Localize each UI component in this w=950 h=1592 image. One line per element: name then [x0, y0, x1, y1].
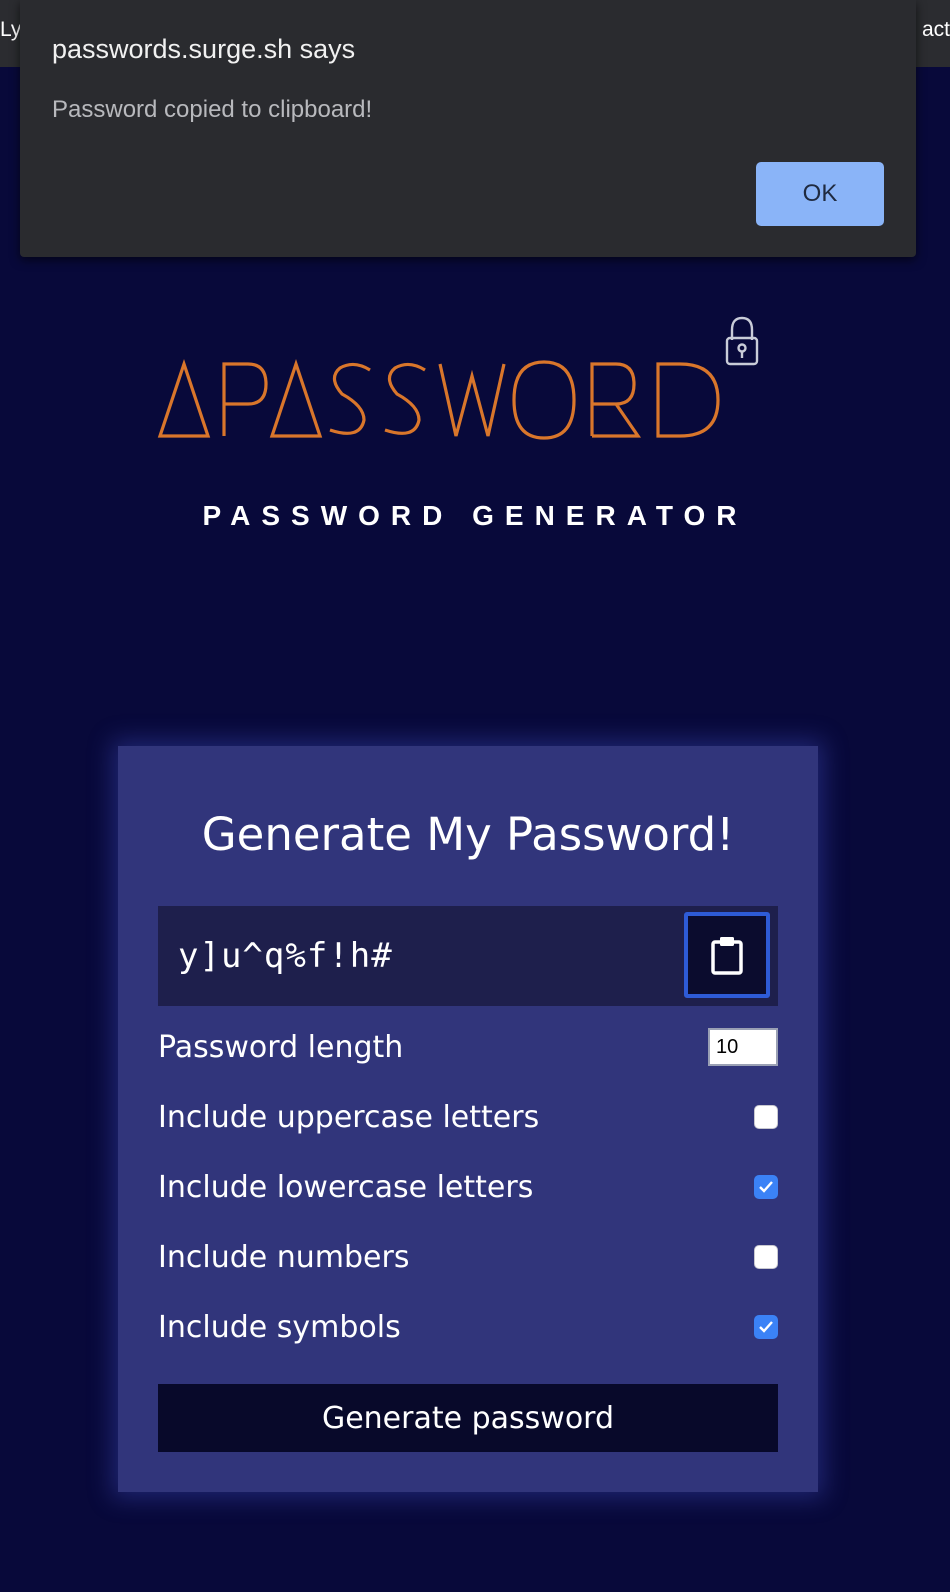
option-label: Include uppercase letters: [158, 1100, 540, 1135]
generate-password-button[interactable]: Generate password: [158, 1384, 778, 1452]
checkmark-icon: [759, 1181, 773, 1193]
card-title: Generate My Password!: [201, 808, 735, 861]
logo-subtitle: PASSWORD GENERATOR: [202, 500, 748, 531]
password-length-label: Password length: [158, 1030, 404, 1065]
browser-tab-fragment-right: act: [921, 18, 950, 41]
password-output: y]u^q%f!h#: [158, 906, 778, 1006]
option-row-symbols: Include symbols: [158, 1306, 778, 1350]
dialog-title: passwords.surge.sh says: [52, 34, 356, 64]
alert-dialog: passwords.surge.sh says Password copied …: [20, 0, 916, 257]
checkmark-icon: [759, 1321, 773, 1333]
password-length-input[interactable]: 10: [708, 1028, 778, 1066]
copy-to-clipboard-button[interactable]: [684, 912, 770, 998]
apassword-wordmark: [157, 316, 759, 440]
symbols-checkbox[interactable]: [754, 1315, 778, 1339]
option-row-uppercase: Include uppercase letters: [158, 1096, 778, 1140]
lowercase-checkbox[interactable]: [754, 1175, 778, 1199]
option-row-lowercase: Include lowercase letters: [158, 1166, 778, 1210]
option-label: Include lowercase letters: [158, 1170, 534, 1205]
clipboard-icon: [711, 937, 743, 975]
option-row-numbers: Include numbers: [158, 1236, 778, 1280]
password-text: y]u^q%f!h#: [178, 936, 393, 976]
dialog-ok-button[interactable]: OK: [756, 162, 884, 226]
apassword-logo: [150, 316, 770, 456]
uppercase-checkbox[interactable]: [754, 1105, 778, 1129]
numbers-checkbox[interactable]: [754, 1245, 778, 1269]
browser-tab-fragment-left: Ly: [0, 18, 22, 41]
generator-card: Generate My Password! y]u^q%f!h# Passwor…: [118, 746, 818, 1492]
padlock-icon: [725, 316, 759, 366]
option-label: Include numbers: [158, 1240, 410, 1275]
dialog-message: Password copied to clipboard!: [52, 96, 373, 123]
option-label: Include symbols: [158, 1310, 401, 1345]
password-length-row: Password length 10: [158, 1026, 778, 1070]
